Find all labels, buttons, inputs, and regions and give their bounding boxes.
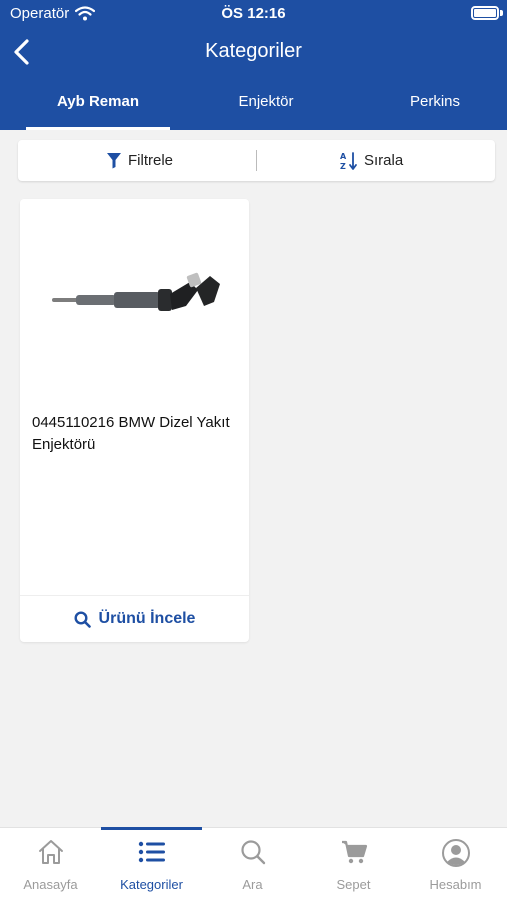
bottom-tab-search[interactable]: Ara — [202, 828, 303, 900]
battery-nub — [500, 10, 503, 16]
status-bar: Operatör ÖS 12:16 — [0, 0, 507, 28]
cart-icon — [341, 840, 367, 864]
bottom-tab-cart-label: Sepet — [336, 877, 371, 892]
bottom-tab-categories[interactable]: Kategoriler — [101, 827, 202, 900]
bottom-tab-account-label: Hesabım — [429, 877, 482, 892]
view-product-label: Ürünü İncele — [98, 610, 196, 627]
home-icon — [38, 840, 63, 864]
tab-perkins[interactable]: Perkins — [380, 84, 490, 130]
bottom-tab-home-label: Anasayfa — [23, 877, 78, 892]
sort-button[interactable]: A Z Sırala — [340, 140, 403, 181]
svg-text:Z: Z — [340, 162, 346, 171]
page-title: Kategoriler — [205, 40, 302, 62]
status-time: ÖS 12:16 — [221, 5, 286, 22]
view-product-button[interactable]: Ürünü İncele — [20, 596, 249, 642]
svg-text:A: A — [340, 152, 347, 161]
product-card[interactable]: 0445110216 BMW Dizel Yakıt Enjektörü Ürü… — [20, 199, 249, 642]
search-icon — [74, 610, 91, 628]
search-icon — [240, 840, 265, 865]
filter-sort-bar: Filtrele A Z Sırala — [18, 140, 495, 181]
bottom-tab-home[interactable]: Anasayfa — [0, 828, 101, 900]
tab-ayb-reman[interactable]: Ayb Reman — [26, 84, 170, 130]
navigation-bar: Kategoriler — [0, 30, 507, 74]
fuel-injector-image — [38, 254, 231, 344]
sort-label: Sırala — [364, 152, 404, 169]
list-icon — [138, 841, 165, 863]
app-header: Operatör ÖS 12:16 Kategoriler Ayb Reman … — [0, 0, 507, 130]
bottom-tab-search-label: Ara — [242, 877, 263, 892]
user-icon — [441, 839, 470, 867]
bottom-tab-categories-label: Kategoriler — [120, 877, 183, 892]
filter-label: Filtrele — [128, 152, 174, 169]
filter-divider — [256, 150, 257, 171]
bottom-tab-cart[interactable]: Sepet — [303, 828, 404, 900]
bottom-tab-bar: Anasayfa Kategoriler Ara Sepet Hesabım — [0, 827, 507, 900]
category-tabs: Ayb Reman Enjektör Perkins — [0, 84, 507, 130]
filter-button[interactable]: Filtrele — [106, 140, 173, 181]
bottom-tab-account[interactable]: Hesabım — [404, 828, 507, 900]
battery-icon — [471, 6, 499, 20]
filter-icon — [107, 153, 121, 169]
product-title: 0445110216 BMW Dizel Yakıt Enjektörü — [32, 414, 230, 453]
sort-alpha-icon: A Z — [340, 152, 357, 171]
tab-enjektor[interactable]: Enjektör — [196, 84, 336, 130]
